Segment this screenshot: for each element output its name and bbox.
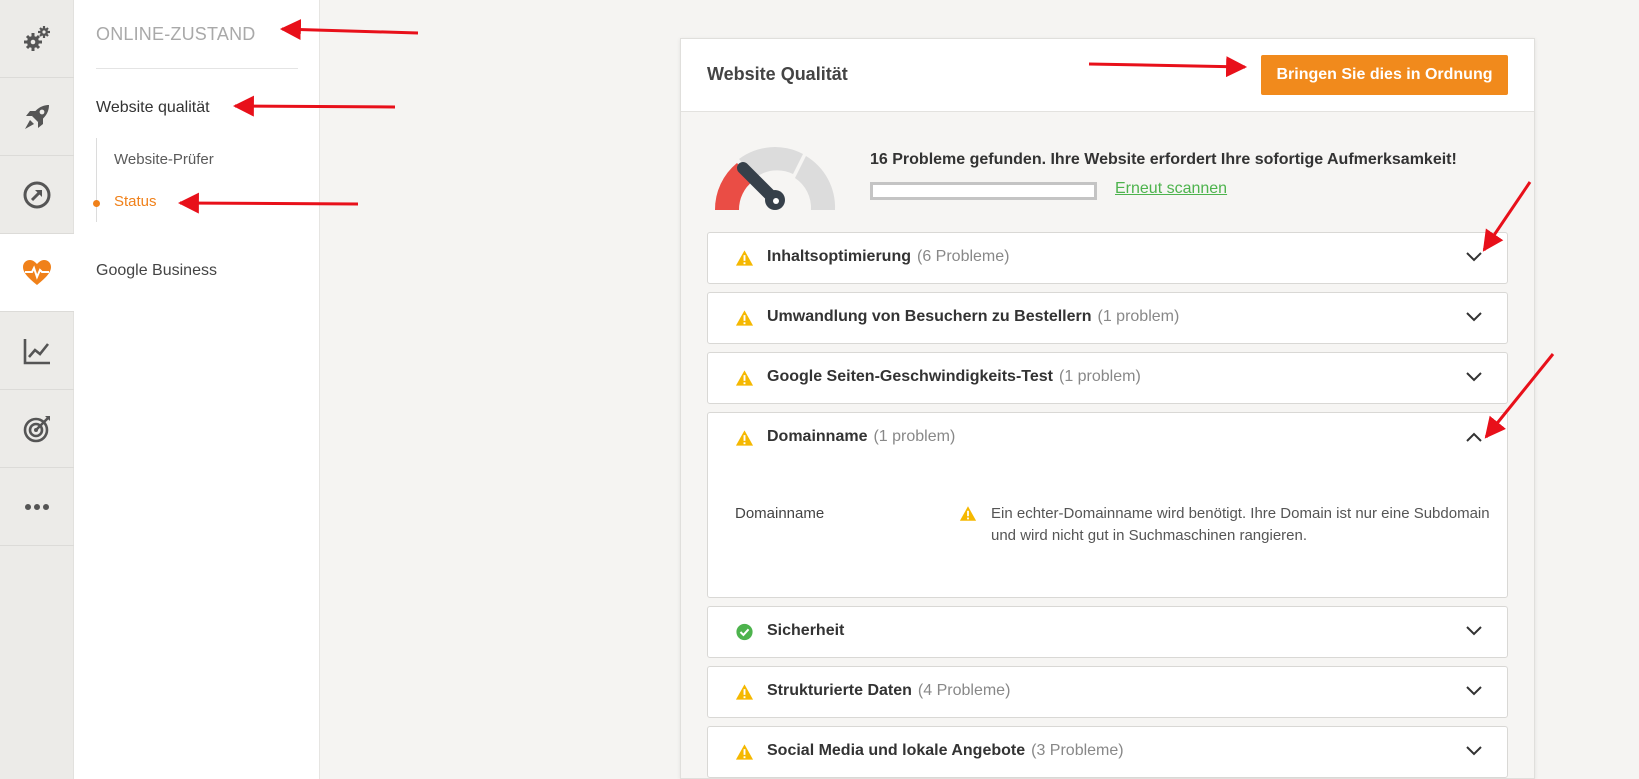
accordion-header[interactable]: Google Seiten-Geschwindigkeits-Test (1 pr… <box>708 353 1507 403</box>
card-header: Website Qualität Bringen Sie dies in Ord… <box>681 39 1534 112</box>
accordion-item-security: Sicherheit <box>707 606 1508 658</box>
accordion-item-structured-data: Strukturierte Daten (4 Probleme) <box>707 666 1508 718</box>
active-indicator-dot <box>93 200 100 207</box>
website-quality-card: Website Qualität Bringen Sie dies in Ord… <box>680 38 1535 779</box>
accordion-header[interactable]: Umwandlung von Besuchern zu Bestellern (1… <box>708 293 1507 343</box>
accordion-item-domain-name: Domainname (1 problem) Domainname Ein ech… <box>707 412 1508 598</box>
problem-count: (4 Probleme) <box>917 682 1011 699</box>
gears-icon <box>24 25 50 51</box>
accordion-item-visitor-conversion: Umwandlung von Besuchern zu Bestellern (1… <box>707 292 1508 344</box>
chevron-down-icon[interactable] <box>1465 370 1483 384</box>
scan-summary: 16 Probleme gefunden. Ihre Website erfor… <box>681 112 1534 240</box>
problem-count: (6 Probleme) <box>917 248 1010 265</box>
rail-item-analytics[interactable] <box>0 312 74 390</box>
card-title: Website Qualität <box>707 64 848 84</box>
issue-description: Ein echter-Domainname wird benötigt. Ihr… <box>991 505 1490 544</box>
problem-count: (1 problem) <box>1097 308 1180 325</box>
problem-count: (1 problem) <box>873 428 956 445</box>
rail-item-more[interactable] <box>0 468 74 546</box>
accordion-header[interactable]: Domainname (1 problem) <box>708 413 1507 463</box>
fix-issues-button[interactable]: Bringen Sie dies in Ordnung <box>1261 55 1508 95</box>
heartbeat-icon <box>23 259 51 285</box>
chevron-down-icon[interactable] <box>1465 684 1483 698</box>
accordion-item-social-local: Social Media und lokale Angebote (3 Probl… <box>707 726 1508 778</box>
line-chart-icon <box>23 338 50 364</box>
chevron-down-icon[interactable] <box>1465 250 1483 264</box>
check-icon <box>736 623 753 641</box>
chevron-down-icon[interactable] <box>1465 624 1483 638</box>
section-title: Inhaltsoptimierung <box>767 248 911 265</box>
accordion-header[interactable]: Strukturierte Daten (4 Probleme) <box>708 667 1507 717</box>
nav-item-website-checker[interactable]: Website-Prüfer <box>114 151 214 168</box>
section-title: Google Seiten-Geschwindigkeits-Test <box>767 368 1053 385</box>
warning-icon <box>735 250 754 266</box>
section-title: Strukturierte Daten <box>767 682 912 699</box>
warning-icon <box>735 744 754 760</box>
section-title: Domainname <box>767 428 868 445</box>
issue-name: Domainname <box>735 505 825 522</box>
chevron-down-icon[interactable] <box>1465 310 1483 324</box>
rail-item-goals[interactable] <box>0 390 74 468</box>
more-dots-icon <box>25 503 49 510</box>
gauge-arrow-icon <box>23 181 51 208</box>
warning-icon <box>735 370 754 386</box>
accordion-header[interactable]: Social Media und lokale Angebote (3 Probl… <box>708 727 1507 777</box>
accordion-header[interactable]: Inhaltsoptimierung (6 Probleme) <box>708 233 1507 283</box>
accordion-item-content-optimization: Inhaltsoptimierung (6 Probleme) <box>707 232 1508 284</box>
section-title: Social Media und lokale Angebote <box>767 742 1026 759</box>
quality-gauge-icon <box>714 147 836 210</box>
nav-item-website-quality[interactable]: Website qualität <box>96 99 210 117</box>
icon-rail <box>0 0 74 779</box>
nav-item-google-business[interactable]: Google Business <box>96 262 217 280</box>
rocket-icon <box>25 104 49 129</box>
warning-icon <box>735 684 754 700</box>
rescan-link[interactable]: Erneut scannen <box>1115 180 1227 198</box>
nav-item-status[interactable]: Status <box>114 193 157 210</box>
summary-message: 16 Probleme gefunden. Ihre Website erfor… <box>870 151 1457 168</box>
rail-item-launch[interactable] <box>0 78 74 156</box>
rail-item-settings[interactable] <box>0 0 74 78</box>
nav-section-title: ONLINE-ZUSTAND <box>96 24 256 44</box>
rail-item-health[interactable] <box>0 234 74 312</box>
section-title: Umwandlung von Besuchern zu Bestellern <box>767 308 1092 325</box>
warning-icon <box>959 506 977 521</box>
problem-count: (1 problem) <box>1058 368 1141 385</box>
nav-divider <box>96 68 298 69</box>
warning-icon <box>735 430 754 446</box>
nav-subitems: Website-Prüfer Status <box>93 138 296 222</box>
accordion-header[interactable]: Sicherheit <box>708 607 1507 657</box>
chevron-down-icon[interactable] <box>1465 744 1483 758</box>
problem-count: (3 Probleme) <box>1031 742 1124 759</box>
secondary-nav: ONLINE-ZUSTAND Website qualität Website-… <box>74 0 320 779</box>
chevron-up-icon[interactable] <box>1465 430 1483 444</box>
accordion-item-page-speed: Google Seiten-Geschwindigkeits-Test (1 pr… <box>707 352 1508 404</box>
accordion-body: Domainname Ein echter-Domainname wird be… <box>708 463 1507 591</box>
target-icon <box>23 415 50 442</box>
section-title: Sicherheit <box>767 622 845 639</box>
rail-item-speed[interactable] <box>0 156 74 234</box>
warning-icon <box>735 310 754 326</box>
scan-progress-bar <box>870 182 1097 200</box>
